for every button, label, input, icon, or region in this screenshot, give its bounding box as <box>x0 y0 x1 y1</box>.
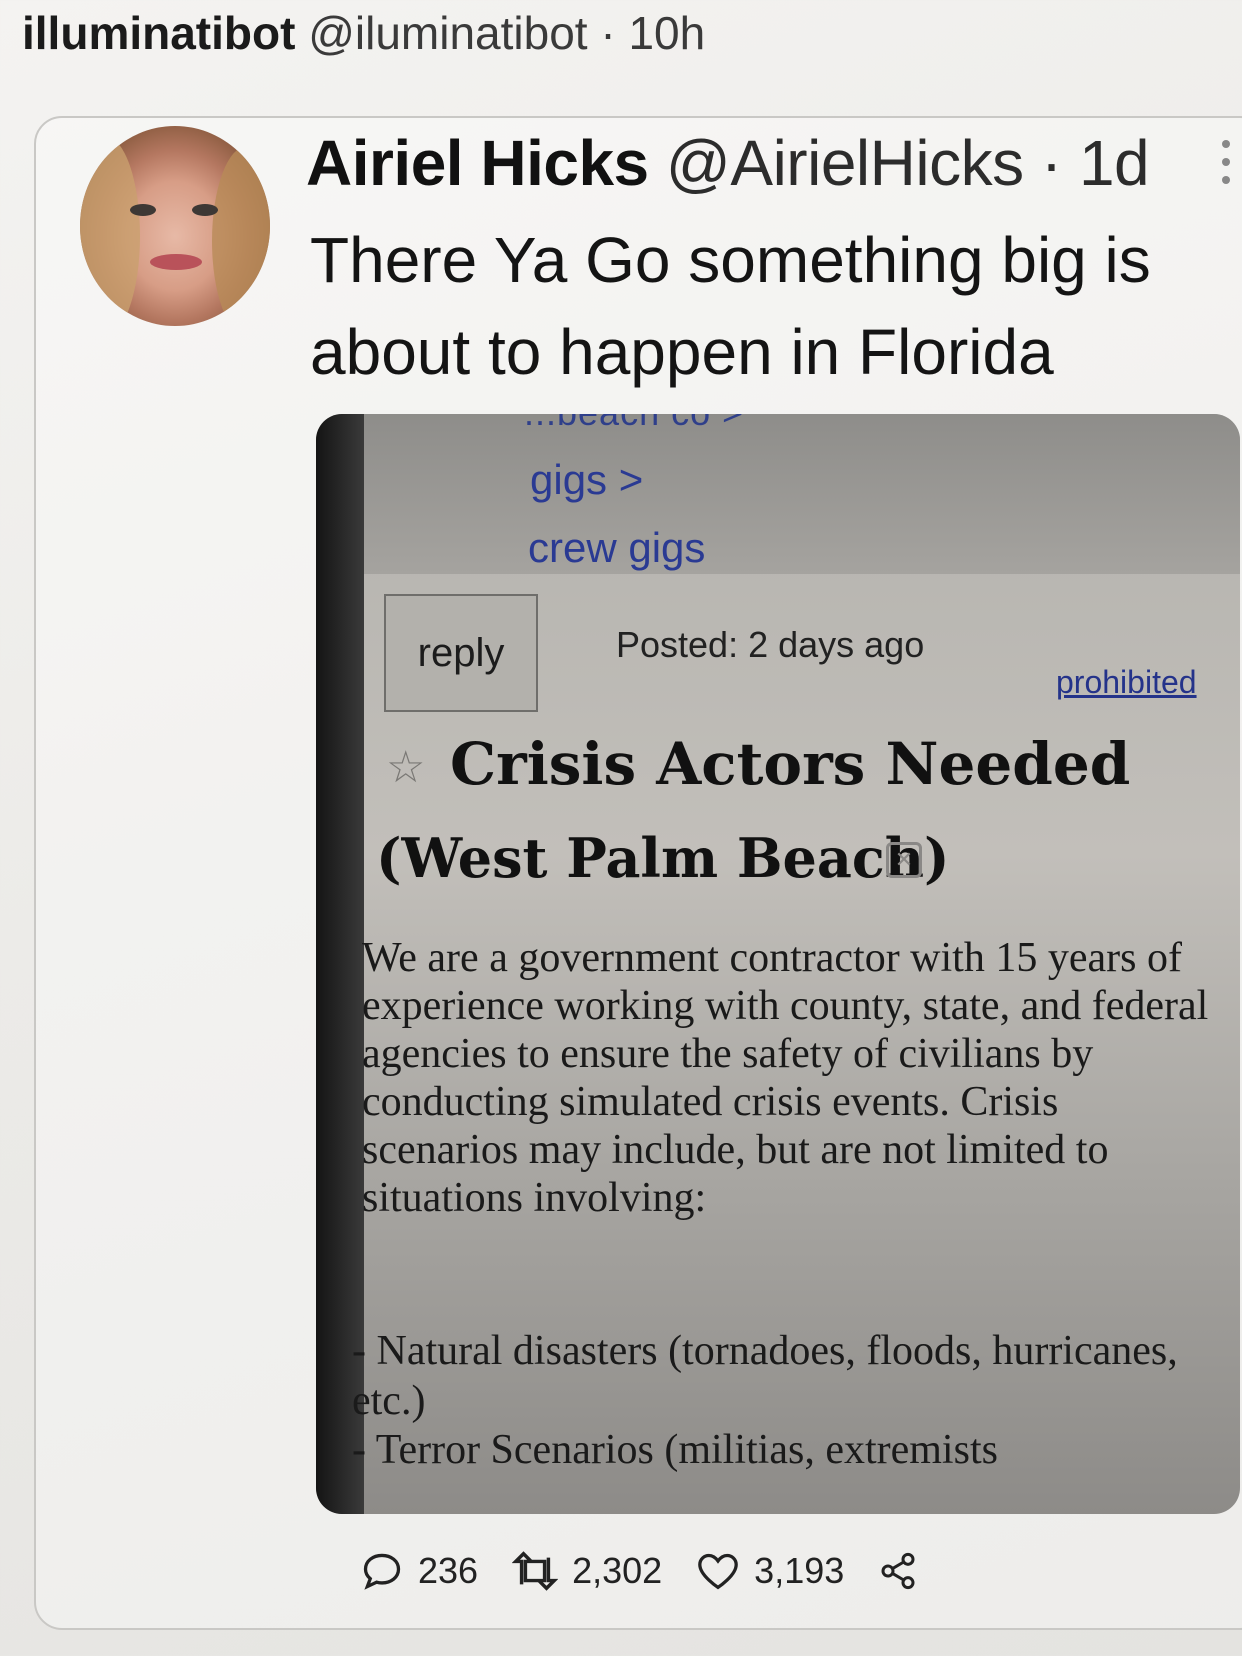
outer-author-name[interactable]: illuminatibot <box>22 7 295 59</box>
outer-timestamp[interactable]: 10h <box>628 7 705 59</box>
star-icon: ☆ <box>386 743 426 792</box>
listing-posted-date: Posted: 2 days ago <box>616 624 925 665</box>
outer-tweet-header: illuminatibot @iluminatibot · 10h <box>22 6 705 60</box>
quoted-separator: · <box>1040 127 1062 199</box>
listing-location: (West Palm Beach) <box>376 826 950 890</box>
breadcrumb-area: ...beach co > gigs > crew gigs <box>364 414 1240 574</box>
reply-action[interactable]: 236 <box>360 1549 478 1593</box>
flag-icon: ✕ <box>886 842 922 878</box>
retweet-action[interactable]: 2,302 <box>512 1550 662 1592</box>
listing-list-item: - Terror Scenarios (militias, extremists <box>352 1427 998 1473</box>
reply-count: 236 <box>418 1550 479 1591</box>
quoted-author-line: Airiel Hicks @AirielHicks · 1d <box>306 126 1150 200</box>
tweet-text: There Ya Go something big is about to ha… <box>310 224 1151 388</box>
tweet-image[interactable]: ...beach co > gigs > crew gigs reply Pos… <box>316 414 1240 1514</box>
avatar[interactable] <box>80 126 270 326</box>
share-icon <box>881 1552 915 1590</box>
tweet-actions: 236 2,302 3,193 <box>360 1546 966 1596</box>
more-icon[interactable] <box>1222 140 1232 200</box>
quoted-timestamp[interactable]: 1d <box>1079 127 1150 199</box>
share-action[interactable] <box>878 1551 932 1591</box>
like-action[interactable]: 3,193 <box>696 1550 844 1592</box>
reply-icon <box>363 1553 401 1590</box>
outer-author-handle[interactable]: @iluminatibot <box>308 7 587 59</box>
breadcrumb-location: ...beach co > <box>524 414 744 434</box>
breadcrumb-gigs: gigs > <box>530 456 644 503</box>
breadcrumb-crew-gigs: crew gigs <box>528 524 706 571</box>
retweet-icon <box>512 1551 559 1591</box>
like-icon <box>698 1553 738 1590</box>
quoted-author-handle[interactable]: @AirielHicks <box>666 127 1024 199</box>
outer-separator: · <box>600 7 616 59</box>
listing-body: We are a government contractor with 15 y… <box>362 935 1209 1221</box>
listing-list-item: - Natural disasters (tornadoes, floods, … <box>352 1328 1178 1424</box>
prohibited-link: prohibited <box>1056 664 1197 700</box>
retweet-count: 2,302 <box>572 1550 663 1591</box>
listing-title: Crisis Actors Needed <box>450 730 1131 798</box>
like-count: 3,193 <box>754 1550 845 1591</box>
listing-reply-button: reply <box>384 594 538 712</box>
quoted-author-name[interactable]: Airiel Hicks <box>306 127 649 199</box>
